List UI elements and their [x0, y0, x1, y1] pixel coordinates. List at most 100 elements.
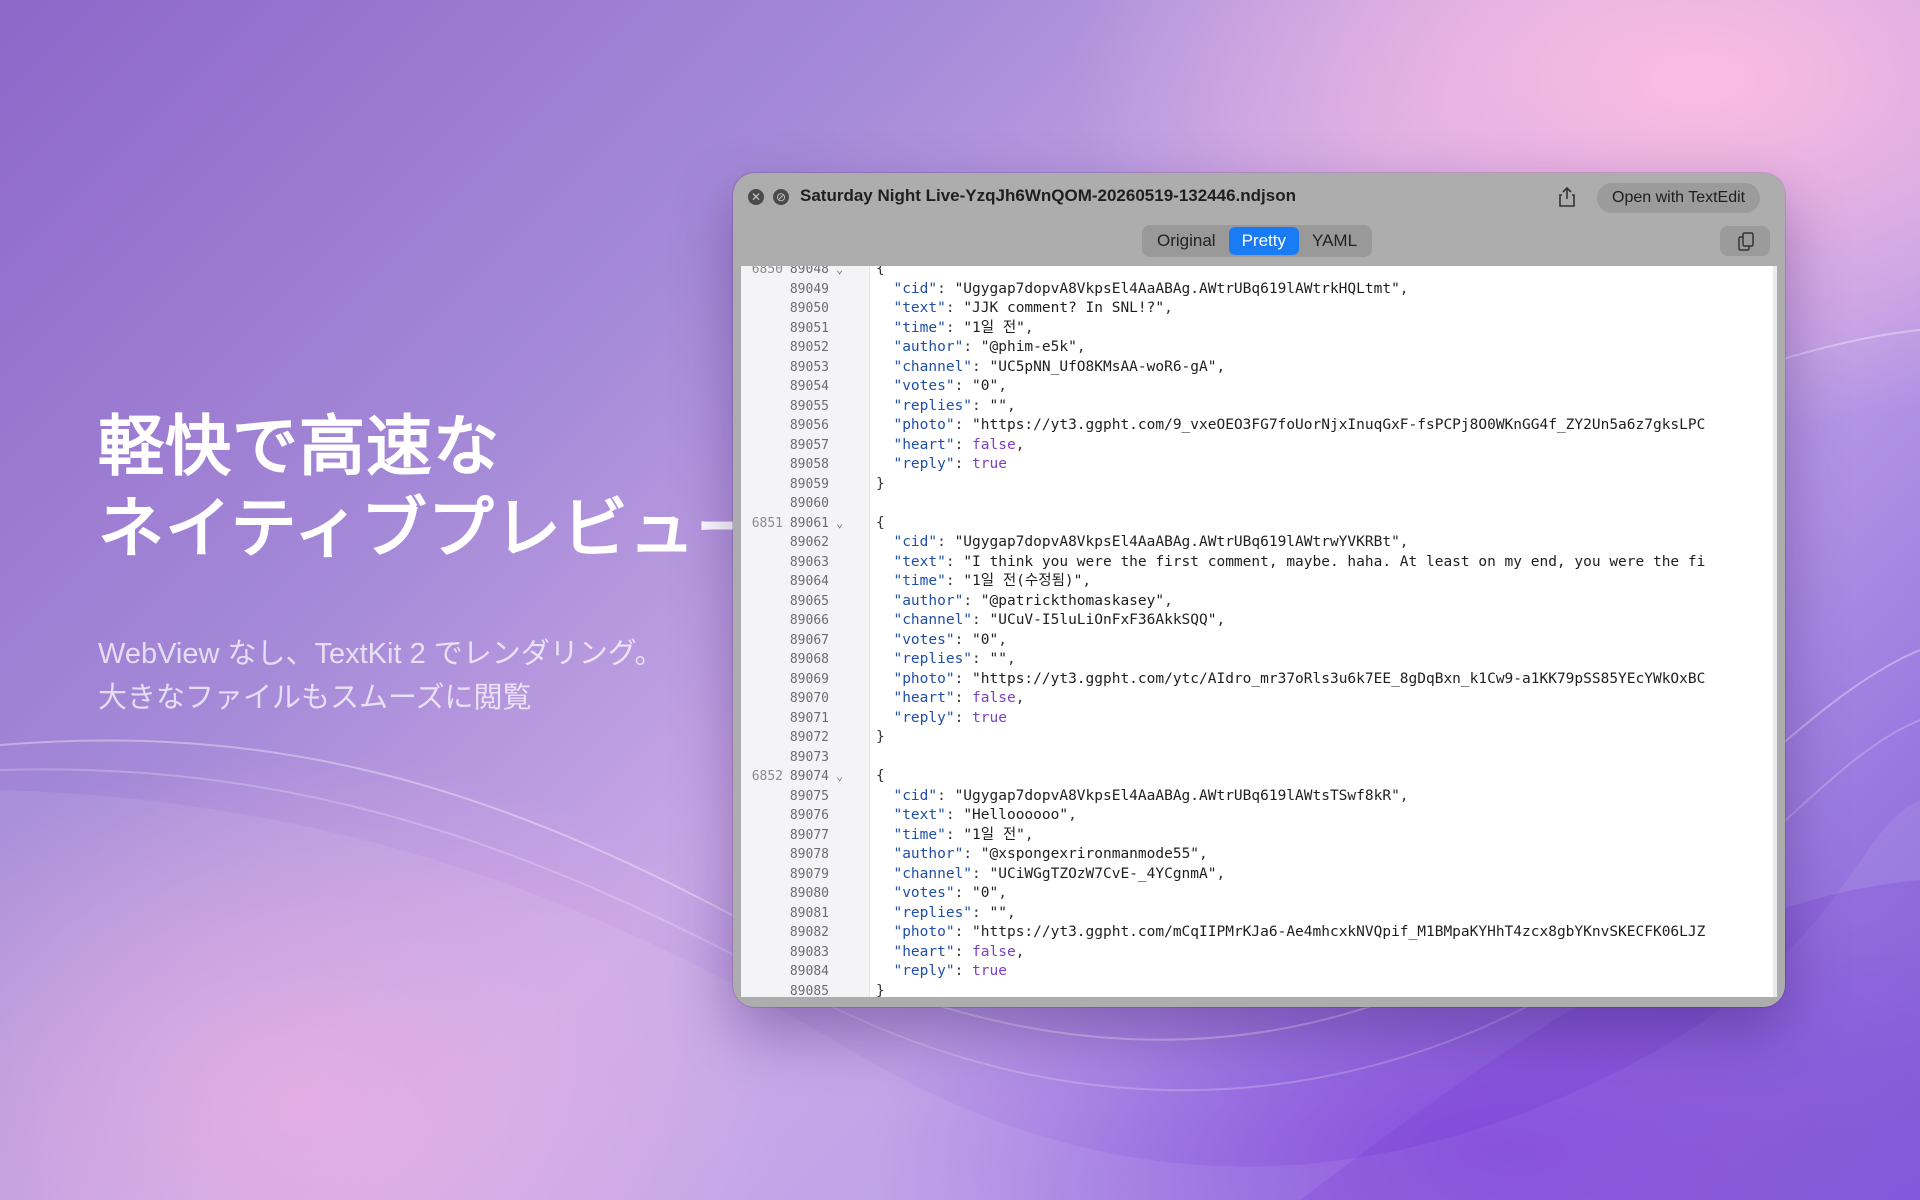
code-line: 89077 "time": "1일 전", — [741, 826, 1777, 846]
json-punctuation: , — [1399, 534, 1409, 550]
copy-button[interactable] — [1720, 226, 1770, 256]
line-number: 89063 — [789, 554, 829, 570]
json-punctuation: : — [937, 787, 955, 804]
code-text: "cid": "Ugygap7dopvA8VkpsEl4AaABAg.AWtrU… — [876, 280, 1408, 300]
open-with-textedit-button[interactable]: Open with TextEdit — [1597, 183, 1761, 213]
code-text: } — [876, 475, 885, 495]
line-number: 89083 — [789, 944, 829, 960]
json-punctuation: : — [945, 826, 964, 843]
code-text: "heart": false, — [876, 436, 1024, 456]
json-string: "Ugygap7dopvA8VkpsEl4AaABAg.AWtrUBq619lA… — [954, 280, 1400, 297]
json-punctuation: , — [998, 631, 1007, 648]
code-lines: 6850 89048 ⌄ {89049 "cid": "Ugygap7dopvA8Vk… — [741, 266, 1777, 997]
fold-chevron-icon[interactable]: ⌄ — [836, 767, 843, 787]
json-punctuation: : — [972, 358, 990, 375]
json-string: "Ugygap7dopvA8VkpsEl4AaABAg.AWtrUBq619lA… — [954, 787, 1400, 804]
code-text: "time": "1일 전(수정됨)", — [876, 572, 1091, 592]
json-key: "photo" — [876, 924, 955, 940]
line-number: 89060 — [789, 496, 829, 511]
json-punctuation: , — [1068, 807, 1077, 823]
tab-yaml[interactable]: YAML — [1299, 227, 1370, 255]
json-key: "reply" — [876, 456, 955, 472]
json-punctuation: : — [954, 943, 973, 960]
json-punctuation: , — [1216, 358, 1226, 375]
code-line: 89072} — [741, 728, 1777, 748]
line-number: 89069 — [789, 671, 829, 687]
code-line: 89071 "reply": true — [741, 709, 1777, 729]
code-line: 89083 "heart": false, — [741, 943, 1777, 963]
json-string: "JJK comment? In SNL!?" — [963, 300, 1165, 316]
line-number: 89062 — [789, 535, 829, 550]
preview-window: ✕ ⊘ Saturday Night Live-YzqJh6WnQOM-2026… — [733, 173, 1785, 1007]
hero-subtitle: WebView なし、TextKit 2 でレンダリング。 大きなファイルもスム… — [98, 632, 663, 720]
json-punctuation: : — [954, 885, 973, 901]
json-punctuation: : — [963, 592, 981, 609]
json-punctuation: : — [937, 534, 955, 550]
scrollbar[interactable] — [1773, 266, 1777, 997]
record-number: 6850 — [751, 266, 783, 277]
code-line: 89065 "author": "@patrickthomaskasey", — [741, 592, 1777, 612]
code-editor[interactable]: 6850 89048 ⌄ {89049 "cid": "Ugygap7dopvA8Vk… — [741, 266, 1777, 997]
json-punctuation: : — [972, 904, 990, 921]
json-punctuation: : — [972, 397, 990, 414]
no-entry-icon[interactable]: ⊘ — [773, 189, 789, 205]
json-string: "https://yt3.ggpht.com/mCqIIPMrKJa6-Ae4m… — [972, 924, 1706, 940]
json-string: "@xspongexrironmanmode55" — [980, 846, 1200, 862]
json-key: "cid" — [876, 280, 938, 297]
line-number: 89058 — [789, 457, 829, 472]
json-punctuation: : — [945, 300, 964, 316]
code-line: 89064 "time": "1일 전(수정됨)", — [741, 572, 1777, 592]
json-punctuation: , — [1024, 319, 1034, 336]
code-line: 89085} — [741, 982, 1777, 998]
code-line: 6852 89074 ⌄ { — [741, 767, 1777, 787]
share-icon[interactable] — [1554, 184, 1580, 210]
fold-chevron-icon[interactable]: ⌄ — [836, 266, 843, 280]
copy-icon — [1738, 232, 1754, 251]
code-line: 89075 "cid": "Ugygap7dopvA8VkpsEl4AaABAg… — [741, 787, 1777, 807]
line-number: 89066 — [789, 613, 829, 628]
code-line: 89069 "photo": "https://yt3.ggpht.com/yt… — [741, 670, 1777, 690]
line-number: 89073 — [789, 749, 829, 765]
json-punctuation: : — [954, 690, 973, 706]
json-string: "0" — [972, 885, 999, 901]
code-line: 89081 "replies": "", — [741, 904, 1777, 924]
line-number: 89076 — [789, 808, 829, 823]
code-text: "heart": false, — [876, 689, 1024, 709]
code-text: } — [876, 982, 885, 998]
json-boolean: true — [972, 963, 1007, 979]
code-line: 89051 "time": "1일 전", — [741, 319, 1777, 339]
line-number: 89078 — [789, 847, 829, 862]
json-boolean: false — [972, 943, 1016, 960]
code-line: 89079 "channel": "UCiWGgTZOzW7CvE-_4YCgn… — [741, 865, 1777, 885]
tab-pretty[interactable]: Pretty — [1228, 227, 1299, 255]
json-punctuation: , — [1164, 592, 1173, 609]
json-key: "author" — [876, 846, 964, 862]
json-key: "text" — [876, 300, 946, 316]
line-number: 89049 — [789, 281, 829, 297]
code-line: 89055 "replies": "", — [741, 397, 1777, 417]
json-string: "https://yt3.ggpht.com/9_vxeOEO3FG7foUor… — [972, 417, 1706, 433]
json-key: "channel" — [876, 612, 973, 628]
fold-chevron-icon[interactable]: ⌄ — [836, 514, 843, 534]
tab-original[interactable]: Original — [1144, 227, 1229, 255]
json-string: "0" — [972, 378, 999, 394]
json-string: "I think you were the first comment, may… — [963, 553, 1706, 570]
code-text: "reply": true — [876, 962, 1007, 982]
code-text: "text": "Helloooooo", — [876, 806, 1077, 826]
json-punctuation: { — [876, 768, 885, 784]
json-string: "UC5pNN_UfO8KMsAA-woR6-gA" — [989, 358, 1217, 375]
code-text: { — [876, 266, 885, 280]
json-key: "reply" — [876, 963, 955, 979]
code-text: "replies": "", — [876, 650, 1015, 670]
code-line: 89082 "photo": "https://yt3.ggpht.com/mC… — [741, 923, 1777, 943]
line-number: 89059 — [789, 476, 829, 492]
code-line: 89068 "replies": "", — [741, 650, 1777, 670]
code-text: "cid": "Ugygap7dopvA8VkpsEl4AaABAg.AWtrU… — [876, 787, 1408, 807]
json-punctuation: , — [1015, 690, 1025, 706]
code-text: "author": "@phim-e5k", — [876, 338, 1085, 358]
code-line: 89063 "text": "I think you were the firs… — [741, 553, 1777, 573]
json-punctuation: , — [1015, 943, 1025, 960]
close-icon[interactable]: ✕ — [748, 189, 764, 205]
json-punctuation: , — [1216, 865, 1226, 882]
code-text: "reply": true — [876, 709, 1007, 729]
